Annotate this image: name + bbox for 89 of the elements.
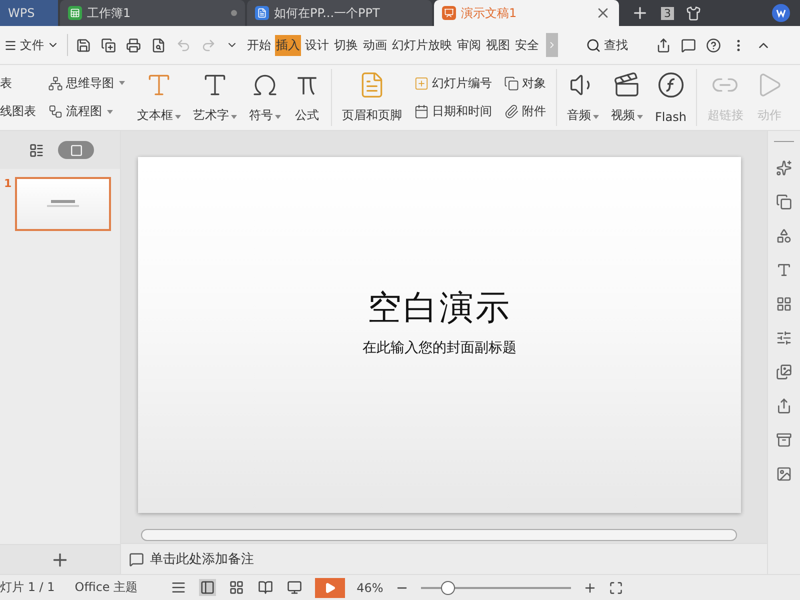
shapes-icon[interactable] (776, 228, 792, 244)
reading-view-icon[interactable] (256, 579, 274, 596)
archive-icon[interactable] (776, 432, 792, 448)
share-icon[interactable] (776, 398, 792, 414)
image-icon[interactable] (776, 466, 792, 482)
sliders-icon[interactable] (776, 330, 792, 346)
search-button[interactable]: 查找 (580, 36, 634, 54)
slide-number: 1 (4, 177, 12, 190)
ribbon-button[interactable]: Flash (649, 69, 692, 126)
notes-placeholder[interactable]: 单击此处添加备注 (150, 550, 254, 568)
mindmap-icon (48, 76, 63, 91)
menu-icon (4, 38, 17, 52)
theme-name: Office 主题 (74, 579, 138, 596)
presenter-view-icon[interactable] (286, 579, 303, 596)
ribbon-tab[interactable]: 视图 (485, 34, 511, 56)
ribbon-button[interactable]: 流程图 (48, 102, 125, 122)
slideshow-button[interactable] (314, 578, 345, 598)
ribbon-button[interactable]: 附件 (504, 102, 546, 122)
ribbon-tab[interactable]: 审阅 (456, 34, 482, 56)
paperclip-icon (504, 104, 519, 120)
letter-icon[interactable] (776, 262, 792, 278)
slide-title[interactable]: 空白演示 (368, 285, 512, 331)
flash-icon (656, 71, 685, 99)
note-icon (129, 552, 144, 566)
app-logo-icon[interactable] (772, 4, 790, 22)
copy-icon[interactable] (776, 194, 792, 210)
ribbon-button[interactable]: 文本框 (131, 69, 187, 126)
window-count[interactable]: 3 (661, 6, 674, 20)
document-tab[interactable]: WPS (0, 0, 58, 26)
file-type-icon (68, 6, 82, 20)
file-type-icon (255, 6, 269, 20)
video-icon (613, 71, 641, 99)
unsaved-dot (231, 10, 237, 16)
shirt-icon[interactable] (686, 6, 701, 20)
caret-icon (275, 115, 281, 119)
ribbon-button[interactable]: 公式 (287, 69, 327, 126)
caret-icon (107, 110, 113, 114)
caret-icon (175, 115, 181, 119)
fit-icon[interactable] (609, 580, 624, 594)
ribbon-tab[interactable]: 切换 (333, 34, 359, 56)
calendar-icon (414, 104, 429, 120)
file-type-icon (442, 6, 456, 20)
slide-position: 灯片 1 / 1 (0, 579, 55, 596)
ribbon-tab[interactable]: 插入 (275, 34, 301, 56)
ribbon-button[interactable]: 艺术字 (187, 69, 243, 126)
search-icon (586, 38, 601, 52)
ribbon-button[interactable]: 对象 (504, 74, 546, 93)
zoom-in-icon[interactable] (583, 580, 598, 594)
ribbon-button[interactable]: 日期和时间 (414, 102, 492, 122)
ribbon-tab[interactable]: 幻灯片放映 (391, 34, 453, 56)
caret-icon (231, 115, 237, 119)
ribbon-button[interactable]: 幻灯片编号 (414, 74, 492, 93)
ribbon-tab[interactable]: 设计 (304, 34, 330, 56)
ribbon-button[interactable]: 线图表 (0, 102, 36, 122)
sorter-view-icon[interactable] (228, 579, 245, 596)
file-menu[interactable]: 文件 (2, 36, 61, 54)
help-icon[interactable] (704, 36, 723, 54)
flowchart-icon (48, 104, 63, 120)
grid-icon[interactable] (776, 296, 792, 312)
number-box-icon (414, 76, 429, 91)
ribbon-button[interactable]: 思维导图 (48, 74, 125, 93)
slide-thumbnail[interactable] (14, 177, 111, 231)
ribbon-button[interactable]: 符号 (243, 69, 287, 126)
print-icon[interactable] (124, 36, 143, 54)
format-painter-icon[interactable] (99, 36, 118, 54)
square-icon (70, 144, 82, 156)
zoom-slider-thumb[interactable] (441, 580, 456, 594)
normal-view-icon[interactable] (198, 579, 216, 596)
document-tab[interactable]: 工作簿1 (60, 0, 245, 26)
play-icon (324, 582, 336, 594)
images-icon[interactable] (776, 364, 792, 380)
ribbon-tab[interactable]: 动画 (362, 34, 388, 56)
new-tab-icon[interactable] (631, 4, 649, 22)
sparkle-icon[interactable] (776, 160, 792, 176)
document-tab[interactable]: 如何在PP...一个PPT (247, 0, 432, 26)
slide-subtitle[interactable]: 在此输入您的封面副标题 (362, 339, 516, 357)
caret-icon (593, 115, 599, 119)
ribbon-button[interactable]: 表 (0, 74, 36, 93)
zoom-level[interactable]: 46% (356, 580, 384, 594)
ribbon-button[interactable]: 音频 (561, 69, 605, 126)
ribbon-button[interactable]: 页眉和页脚 (336, 69, 408, 126)
horizontal-scrollbar[interactable] (141, 529, 737, 541)
ribbon-tab[interactable]: 开始 (246, 34, 272, 56)
ribbon-tab[interactable]: 安全 (514, 34, 540, 56)
caret-icon (119, 81, 125, 86)
copy-icon (504, 76, 519, 91)
caret-icon (637, 115, 643, 119)
thumbnail-view-button[interactable] (58, 141, 94, 159)
ribbon-button[interactable]: 视频 (605, 69, 649, 126)
